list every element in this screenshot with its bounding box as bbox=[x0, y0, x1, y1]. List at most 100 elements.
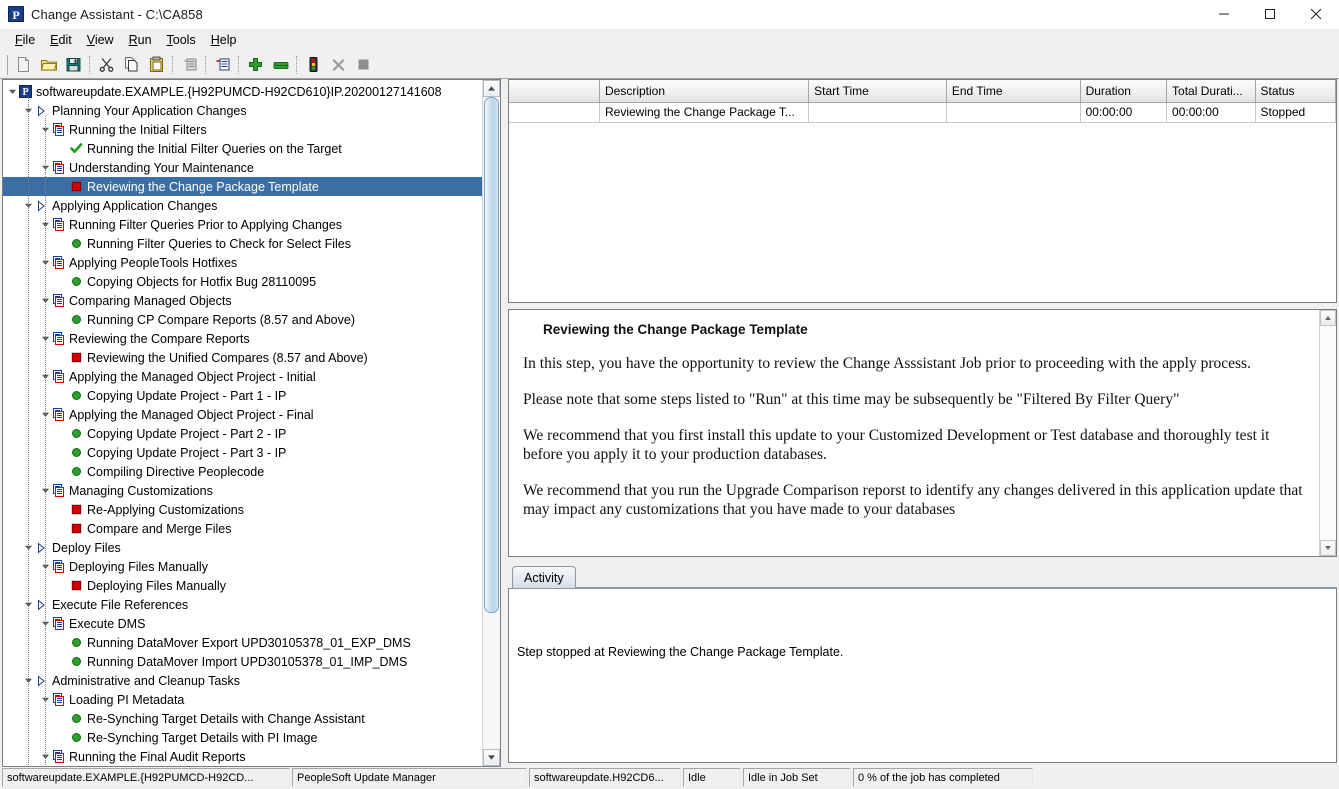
tree-item[interactable]: Running the Initial Filters bbox=[3, 120, 482, 139]
grid-col-marker[interactable] bbox=[509, 80, 599, 103]
tree-item[interactable]: Re-Applying Customizations bbox=[3, 500, 482, 519]
title-bar: P Change Assistant - C:\CA858 bbox=[0, 0, 1339, 29]
tree-item[interactable]: Administrative and Cleanup Tasks bbox=[3, 671, 482, 690]
tree-item[interactable]: Running the Final Audit Reports bbox=[3, 747, 482, 766]
tree-item[interactable]: Copying Update Project - Part 3 - IP bbox=[3, 443, 482, 462]
traffic-light-run-icon[interactable] bbox=[301, 53, 326, 76]
menu-edit[interactable]: Edit bbox=[43, 31, 80, 49]
tree-item[interactable]: Loading PI Metadata bbox=[3, 690, 482, 709]
tree-item-label: Copying Objects for Hotfix Bug 28110095 bbox=[86, 275, 316, 289]
scroll-up-arrow-icon[interactable] bbox=[483, 80, 500, 97]
tree-item[interactable]: Reviewing the Unified Compares (8.57 and… bbox=[3, 348, 482, 367]
grid-col-total-duration[interactable]: Total Durati... bbox=[1167, 80, 1255, 103]
run-green-circle-icon bbox=[69, 652, 83, 671]
cut-scissors-icon[interactable] bbox=[94, 53, 119, 76]
tree-item[interactable]: Compare and Merge Files bbox=[3, 519, 482, 538]
description-vertical-scrollbar[interactable] bbox=[1319, 310, 1336, 556]
toolbar-separator bbox=[296, 56, 298, 74]
task-document-icon bbox=[51, 253, 65, 272]
tree-item[interactable]: Execute File References bbox=[3, 595, 482, 614]
tree-item[interactable]: Re-Synching Target Details with PI Image bbox=[3, 728, 482, 747]
tree-item[interactable]: Execute DMS bbox=[3, 614, 482, 633]
tree-item[interactable]: Copying Update Project - Part 1 - IP bbox=[3, 386, 482, 405]
stop-square-icon[interactable] bbox=[351, 53, 376, 76]
maximize-icon[interactable] bbox=[1247, 0, 1293, 28]
tree-item[interactable]: Applying Application Changes bbox=[3, 196, 482, 215]
expand-collapse-triangle-icon[interactable] bbox=[7, 82, 18, 101]
tree-indent-spacer bbox=[58, 519, 69, 538]
tree-item[interactable]: Copying Objects for Hotfix Bug 28110095 bbox=[3, 272, 482, 291]
job-tree[interactable]: Psoftwareupdate.EXAMPLE.{H92PUMCD-H92CD6… bbox=[3, 80, 482, 766]
tree-item[interactable]: Managing Customizations bbox=[3, 481, 482, 500]
tree-scroll-track[interactable] bbox=[483, 97, 500, 749]
insert-step-before-icon[interactable] bbox=[177, 53, 202, 76]
tree-item-label: Reviewing the Compare Reports bbox=[68, 332, 250, 346]
menu-file[interactable]: File bbox=[8, 31, 43, 49]
scroll-down-arrow-icon[interactable] bbox=[1320, 540, 1336, 556]
tree-item[interactable]: Re-Synching Target Details with Change A… bbox=[3, 709, 482, 728]
tree-item[interactable]: Running DataMover Export UPD30105378_01_… bbox=[3, 633, 482, 652]
tree-item[interactable]: Deploying Files Manually bbox=[3, 557, 482, 576]
tree-item[interactable]: Psoftwareupdate.EXAMPLE.{H92PUMCD-H92CD6… bbox=[3, 82, 482, 101]
grid-col-duration[interactable]: Duration bbox=[1080, 80, 1166, 103]
minimize-icon[interactable] bbox=[1201, 0, 1247, 28]
tree-item[interactable]: Running Filter Queries to Check for Sele… bbox=[3, 234, 482, 253]
tree-scroll-thumb[interactable] bbox=[484, 97, 499, 613]
tree-item[interactable]: Running DataMover Import UPD30105378_01_… bbox=[3, 652, 482, 671]
menu-help[interactable]: Help bbox=[204, 31, 245, 49]
insert-step-after-icon[interactable] bbox=[210, 53, 235, 76]
menu-tools[interactable]: Tools bbox=[160, 31, 204, 49]
cell-marker bbox=[509, 103, 599, 123]
tree-item-label: Planning Your Application Changes bbox=[51, 104, 247, 118]
status-bar: softwareupdate.EXAMPLE.{H92PUMCD-H92CD..… bbox=[0, 767, 1339, 789]
tree-item[interactable]: Planning Your Application Changes bbox=[3, 101, 482, 120]
menu-view[interactable]: View bbox=[80, 31, 122, 49]
scroll-up-arrow-icon[interactable] bbox=[1320, 310, 1336, 326]
cancel-x-icon[interactable] bbox=[326, 53, 351, 76]
table-row[interactable]: Reviewing the Change Package T... 00:00:… bbox=[509, 103, 1336, 123]
grid-col-end-time[interactable]: End Time bbox=[946, 80, 1080, 103]
tree-item[interactable]: Applying the Managed Object Project - In… bbox=[3, 367, 482, 386]
tree-item[interactable]: Deploy Files bbox=[3, 538, 482, 557]
tree-item[interactable]: Running the Initial Filter Queries on th… bbox=[3, 139, 482, 158]
scroll-down-arrow-icon[interactable] bbox=[483, 749, 500, 766]
task-document-icon bbox=[51, 747, 65, 766]
open-folder-icon[interactable] bbox=[36, 53, 61, 76]
database-green-icon[interactable] bbox=[268, 53, 293, 76]
tree-item[interactable]: Running Filter Queries Prior to Applying… bbox=[3, 215, 482, 234]
job-tree-panel: Psoftwareupdate.EXAMPLE.{H92PUMCD-H92CD6… bbox=[2, 79, 501, 767]
toolbar-grip[interactable] bbox=[3, 55, 8, 75]
save-floppy-icon[interactable] bbox=[61, 53, 86, 76]
tree-indent-spacer bbox=[58, 348, 69, 367]
menu-bar: File Edit View Run Tools Help bbox=[0, 29, 1339, 51]
status-cell-4: Idle in Job Set bbox=[743, 768, 851, 787]
close-icon[interactable] bbox=[1293, 0, 1339, 28]
tree-item[interactable]: Comparing Managed Objects bbox=[3, 291, 482, 310]
grid-col-status[interactable]: Status bbox=[1255, 80, 1335, 103]
tab-activity[interactable]: Activity bbox=[512, 566, 576, 588]
tree-item[interactable]: Compiling Directive Peoplecode bbox=[3, 462, 482, 481]
tree-item-label: Copying Update Project - Part 2 - IP bbox=[86, 427, 286, 441]
window-title: Change Assistant - C:\CA858 bbox=[31, 7, 203, 22]
grid-col-start-time[interactable]: Start Time bbox=[809, 80, 947, 103]
task-document-icon bbox=[51, 158, 65, 177]
tree-item[interactable]: Copying Update Project - Part 2 - IP bbox=[3, 424, 482, 443]
menu-run[interactable]: Run bbox=[122, 31, 160, 49]
tree-item[interactable]: Applying the Managed Object Project - Fi… bbox=[3, 405, 482, 424]
tree-item-selected[interactable]: Reviewing the Change Package Template bbox=[3, 177, 482, 196]
description-scroll-track[interactable] bbox=[1320, 326, 1336, 540]
tree-item[interactable]: Deploying Files Manually bbox=[3, 576, 482, 595]
new-icon[interactable] bbox=[11, 53, 36, 76]
task-document-icon bbox=[51, 120, 65, 139]
grid-col-description[interactable]: Description bbox=[599, 80, 808, 103]
tree-item[interactable]: Understanding Your Maintenance bbox=[3, 158, 482, 177]
tree-vertical-scrollbar[interactable] bbox=[482, 80, 500, 766]
add-green-plus-icon[interactable] bbox=[243, 53, 268, 76]
tree-item[interactable]: Reviewing the Compare Reports bbox=[3, 329, 482, 348]
tree-indent-spacer bbox=[58, 709, 69, 728]
tree-item[interactable]: Applying PeopleTools Hotfixes bbox=[3, 253, 482, 272]
tree-item[interactable]: Running CP Compare Reports (8.57 and Abo… bbox=[3, 310, 482, 329]
paste-clipboard-icon[interactable] bbox=[144, 53, 169, 76]
tree-indent-spacer bbox=[58, 424, 69, 443]
copy-icon[interactable] bbox=[119, 53, 144, 76]
